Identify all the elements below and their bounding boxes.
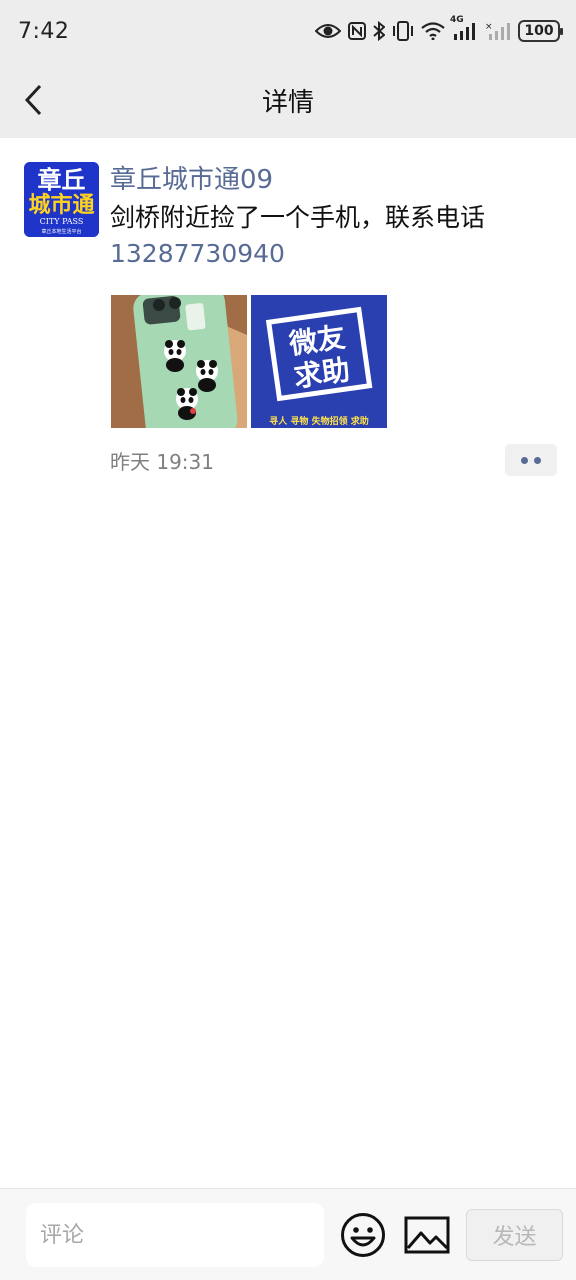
more-dot-icon bbox=[521, 456, 528, 464]
emoji-button[interactable] bbox=[340, 1212, 386, 1258]
post-text: 剑桥附近捡了一个手机，联系电话 bbox=[110, 203, 486, 232]
avatar-line3: CITY PASS bbox=[40, 217, 84, 226]
signal-x-icon: × bbox=[485, 21, 511, 41]
image-icon bbox=[404, 1216, 450, 1254]
avatar-line4: 章丘本地生活平台 bbox=[41, 228, 81, 235]
status-bar: 7:42 4G × 100 bbox=[0, 0, 576, 62]
emoji-icon bbox=[341, 1213, 385, 1257]
phone-link[interactable]: 13287730940 bbox=[110, 239, 285, 268]
comment-bar: 发送 bbox=[0, 1188, 576, 1280]
signal-icon: 4G bbox=[450, 15, 478, 41]
send-button[interactable]: 发送 bbox=[466, 1209, 563, 1261]
post-content: 剑桥附近捡了一个手机，联系电话 13287730940 bbox=[110, 200, 560, 272]
more-actions-button[interactable] bbox=[505, 444, 557, 476]
post-timestamp: 昨天 19:31 bbox=[110, 449, 214, 474]
more-dot-icon bbox=[534, 456, 541, 464]
nfc-icon bbox=[348, 22, 366, 40]
svg-text:×: × bbox=[485, 22, 493, 32]
image-grid: 微友 求助 寻人 寻物 失物招领 求助 bbox=[111, 295, 387, 428]
avatar-line2: 城市通 bbox=[28, 192, 94, 218]
poster-caption: 寻人 寻物 失物招领 求助 bbox=[269, 415, 368, 427]
bluetooth-icon bbox=[373, 21, 385, 41]
back-button[interactable] bbox=[14, 80, 54, 120]
image-phone-case[interactable] bbox=[111, 295, 247, 428]
post-body: 章丘城市通09 剑桥附近捡了一个手机，联系电话 13287730940 bbox=[110, 162, 560, 272]
network-type: 4G bbox=[450, 15, 464, 25]
eye-icon bbox=[315, 22, 341, 40]
chevron-left-icon bbox=[24, 84, 42, 116]
vibrate-icon bbox=[392, 21, 414, 41]
image-help-poster[interactable]: 微友 求助 寻人 寻物 失物招领 求助 bbox=[251, 295, 387, 428]
page-title: 详情 bbox=[261, 87, 314, 118]
battery-icon: 100 bbox=[518, 20, 563, 42]
image-button[interactable] bbox=[404, 1212, 450, 1258]
author-name[interactable]: 章丘城市通09 bbox=[110, 162, 560, 198]
wifi-icon bbox=[421, 22, 445, 40]
comment-input[interactable] bbox=[26, 1203, 324, 1267]
post-meta: 昨天 19:31 bbox=[110, 444, 557, 476]
avatar-line1: 章丘 bbox=[38, 166, 86, 194]
status-time: 7:42 bbox=[18, 18, 70, 44]
avatar[interactable]: 章丘 城市通 CITY PASS 章丘本地生活平台 bbox=[24, 162, 99, 237]
nav-bar: 详情 bbox=[0, 62, 576, 138]
panda-case-icon bbox=[111, 295, 247, 428]
status-icons: 4G × 100 bbox=[315, 15, 563, 42]
